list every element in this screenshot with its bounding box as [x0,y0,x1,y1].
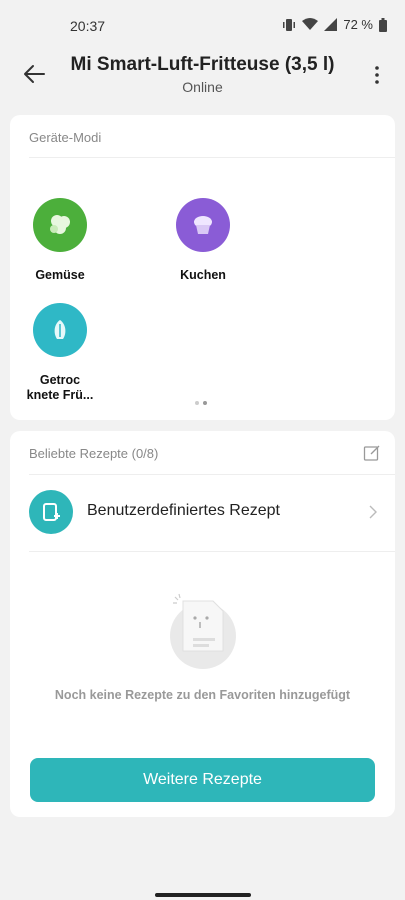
popular-recipes-card: Beliebte Rezepte (0/8) Benutzerdefiniert… [10,431,395,817]
broccoli-icon [33,198,87,252]
dried-fruit-icon [33,303,87,357]
mode-getrocknete-fruechte[interactable]: Getroc knete Frü... [20,303,100,403]
modes-section-title: Geräte-Modi [29,130,102,145]
divider [29,157,395,158]
custom-recipe-label: Benutzerdefiniertes Rezept [87,502,280,519]
status-time: 20:37 [70,18,106,34]
recipes-section-title: Beliebte Rezepte (0/8) [29,446,159,461]
mode-kuchen[interactable]: Kuchen [163,198,243,283]
mode-label: Gemüse [35,268,85,282]
add-recipe-icon [29,490,73,534]
empty-document-icon [165,591,245,671]
cupcake-icon [176,198,230,252]
more-vertical-icon [375,66,379,84]
more-recipes-button[interactable]: Weitere Rezepte [30,758,375,802]
device-status: Online [182,79,223,95]
page-dot-active [203,401,207,405]
page-dot [195,401,199,405]
mode-label: Kuchen [180,268,226,282]
mode-label: Getroc knete Frü... [26,373,94,402]
signal-icon [324,18,338,31]
edit-button[interactable] [363,444,381,462]
page-title: Mi Smart-Luft-Fritteuse (3,5 l) [70,54,335,75]
custom-recipe-row[interactable]: Benutzerdefiniertes Rezept [10,475,395,551]
status-icons: 72 % [282,17,387,32]
status-bar: 20:37 72 % [0,0,405,46]
app-header: Mi Smart-Luft-Fritteuse (3,5 l) Online [0,46,405,102]
empty-state-text: Noch keine Rezepte zu den Favoriten hinz… [54,688,351,702]
wifi-icon [302,18,319,31]
chevron-right-icon [369,505,377,519]
home-indicator[interactable] [155,893,251,897]
more-options-button[interactable] [369,64,385,86]
vibrate-icon [282,18,296,32]
edit-icon [363,445,380,461]
battery-icon [379,17,387,32]
battery-text: 72 % [343,17,373,32]
page-indicator [195,401,207,405]
device-modes-card: Geräte-Modi Gemüse Kuchen Getroc knete F… [10,115,395,420]
divider [29,551,395,552]
mode-gemuese[interactable]: Gemüse [20,198,100,283]
